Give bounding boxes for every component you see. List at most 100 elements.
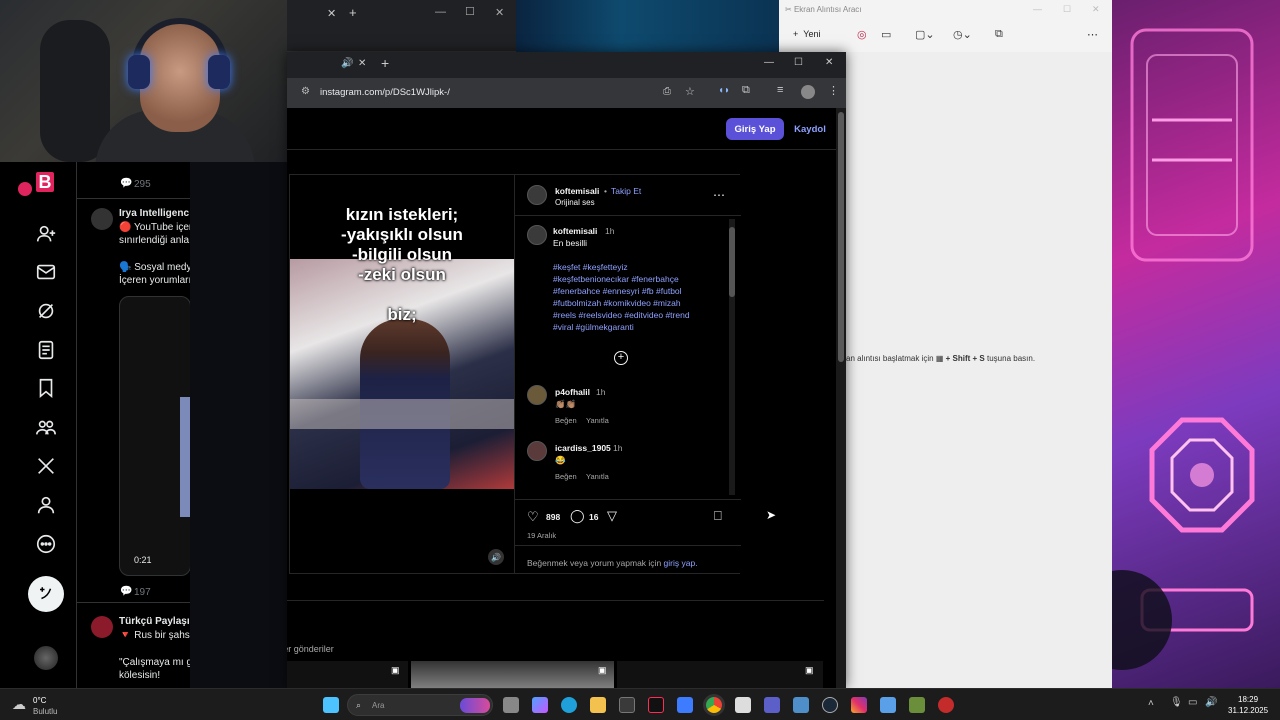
reply-comment-button[interactable]: Yanıtla: [586, 416, 609, 425]
page-scrollbar[interactable]: [836, 108, 846, 688]
chevron-up-icon[interactable]: ˄: [1148, 698, 1154, 709]
author-avatar[interactable]: [527, 225, 547, 245]
copilot-icon[interactable]: [532, 697, 548, 713]
author-avatar[interactable]: [527, 185, 547, 205]
timer-icon[interactable]: ◷⌄: [953, 28, 972, 41]
text-actions-icon[interactable]: ⧉: [995, 28, 1003, 41]
bookmark-star-icon[interactable]: ☆: [685, 85, 695, 98]
app-icon[interactable]: [793, 697, 809, 713]
x-logo-icon[interactable]: [34, 454, 58, 478]
new-snip-button[interactable]: + Yeni: [793, 29, 820, 39]
microphone-icon[interactable]: 🎙: [1170, 697, 1183, 708]
weather-temp[interactable]: 0°C: [33, 696, 46, 705]
profile-avatar[interactable]: [801, 85, 815, 99]
background-browser-window[interactable]: ✕ + — ☐ ✕: [287, 0, 516, 52]
signup-button[interactable]: Kaydol: [790, 118, 830, 140]
app-icon[interactable]: [735, 697, 751, 713]
taskbar-search[interactable]: ⌕ Ara: [347, 694, 493, 716]
brand-logo[interactable]: B: [36, 172, 54, 192]
like-comment-button[interactable]: Beğen: [555, 416, 577, 425]
clock-time[interactable]: 18:29: [1238, 695, 1258, 704]
bookmark-icon[interactable]: [34, 376, 58, 400]
new-tab-icon[interactable]: +: [349, 5, 357, 20]
comments-scroll-thumb[interactable]: [729, 227, 735, 297]
app-icon[interactable]: [880, 697, 896, 713]
comment-icon[interactable]: ◯: [570, 508, 585, 524]
communities-icon[interactable]: [34, 415, 58, 439]
post-video[interactable]: 0:21: [119, 296, 190, 576]
new-tab-icon[interactable]: +: [381, 55, 389, 71]
reel-video[interactable]: kızın istekleri; -yakışıklı olsun -bilgi…: [290, 175, 514, 573]
close-window-icon[interactable]: ✕: [825, 57, 833, 68]
clock-date[interactable]: 31.12.2025: [1228, 706, 1268, 715]
login-button[interactable]: Giriş Yap: [726, 118, 784, 140]
minecraft-icon[interactable]: [909, 697, 925, 713]
install-app-icon[interactable]: ⎙: [663, 86, 671, 97]
lists-icon[interactable]: [34, 338, 58, 362]
post-avatar[interactable]: [91, 208, 113, 230]
app-icon[interactable]: [677, 697, 693, 713]
hashtag-line[interactable]: #viral #gülmekgaranti: [553, 322, 634, 332]
comment-author[interactable]: icardiss_1905: [555, 443, 611, 453]
compose-post-button[interactable]: [28, 576, 64, 612]
display-icon[interactable]: ▭: [1188, 697, 1197, 708]
reply-icon[interactable]: 💬: [120, 178, 132, 189]
more-post-thumb[interactable]: [617, 661, 823, 688]
teams-icon[interactable]: [764, 697, 780, 713]
add-user-icon[interactable]: [34, 222, 58, 246]
page-scroll-thumb[interactable]: [838, 112, 844, 362]
follow-button[interactable]: Takip Et: [611, 186, 641, 196]
instagram-icon[interactable]: [851, 697, 867, 713]
app-icon[interactable]: [938, 697, 954, 713]
post-author[interactable]: koftemisali: [555, 186, 599, 196]
heart-icon[interactable]: ♡: [527, 509, 539, 525]
post-avatar[interactable]: [91, 616, 113, 638]
chrome-icon[interactable]: [706, 697, 722, 713]
maximize-icon[interactable]: ☐: [1063, 4, 1071, 15]
more-post-thumb[interactable]: [287, 661, 408, 688]
browser-window[interactable]: 🔊 ✕ + — ☐ ✕ ⚙ instagram.com/p/DSc1WJlipk…: [287, 52, 846, 688]
mute-button[interactable]: 🔊: [488, 549, 504, 565]
minimize-icon[interactable]: —: [1033, 4, 1042, 14]
hashtag-line[interactable]: #reels #reelsvideo #editvideo #trend: [553, 310, 690, 320]
read-aloud-icon[interactable]: ◖◗: [718, 85, 730, 96]
cloud-icon[interactable]: ☁: [12, 696, 26, 713]
url-field[interactable]: ⚙ instagram.com/p/DSc1WJlipk-/ ⎙: [295, 82, 675, 104]
camera-icon[interactable]: ◎: [857, 28, 867, 41]
caption-author[interactable]: koftemisali: [553, 226, 597, 236]
close-window-icon[interactable]: ✕: [1092, 4, 1100, 15]
edge-icon[interactable]: [561, 697, 577, 713]
task-view-icon[interactable]: [503, 697, 519, 713]
site-info-icon[interactable]: ⚙: [301, 86, 310, 97]
hashtag-line[interactable]: #futbolmizah #komikvideo #mizah: [553, 298, 681, 308]
save-icon[interactable]: ⎕: [714, 508, 722, 524]
maximize-icon[interactable]: ☐: [465, 5, 475, 18]
account-avatar[interactable]: [34, 646, 58, 670]
grok-icon[interactable]: [34, 299, 58, 323]
post-author[interactable]: Irya Intelligenc: [119, 208, 189, 219]
more-options-icon[interactable]: ⋯: [713, 188, 725, 202]
commenter-avatar[interactable]: [527, 441, 547, 461]
extensions-icon[interactable]: ⧉: [742, 84, 750, 97]
volume-icon[interactable]: 🔊: [1205, 697, 1217, 708]
tiktok-icon[interactable]: [648, 697, 664, 713]
like-comment-button[interactable]: Beğen: [555, 472, 577, 481]
minimize-icon[interactable]: —: [435, 6, 446, 18]
more-icon[interactable]: [34, 532, 58, 556]
audio-label[interactable]: Orijinal ses: [555, 198, 595, 207]
media-control-icon[interactable]: ≡: [777, 84, 783, 96]
menu-icon[interactable]: ⋮: [828, 84, 839, 97]
more-options-icon[interactable]: ⋯: [1087, 28, 1098, 41]
close-window-icon[interactable]: ✕: [495, 6, 504, 19]
file-explorer-icon[interactable]: [590, 697, 606, 713]
weather-desc[interactable]: Bulutlu: [33, 707, 57, 716]
reply-icon[interactable]: 💬: [120, 586, 132, 597]
load-more-comments-button[interactable]: +: [614, 351, 628, 365]
hashtag-line[interactable]: #keşfetbenionecıkar #fenerbahçe: [553, 274, 679, 284]
close-tab-icon[interactable]: ✕: [327, 7, 336, 20]
hashtag-line[interactable]: #fenerbahce #ennesyri #fb #futbol: [553, 286, 682, 296]
post-author[interactable]: Türkçü Paylaşı: [119, 616, 190, 627]
close-tab-icon[interactable]: ✕: [358, 58, 366, 69]
comment-author[interactable]: p4ofhalil: [555, 387, 590, 397]
comments-scrollbar[interactable]: [729, 219, 735, 495]
